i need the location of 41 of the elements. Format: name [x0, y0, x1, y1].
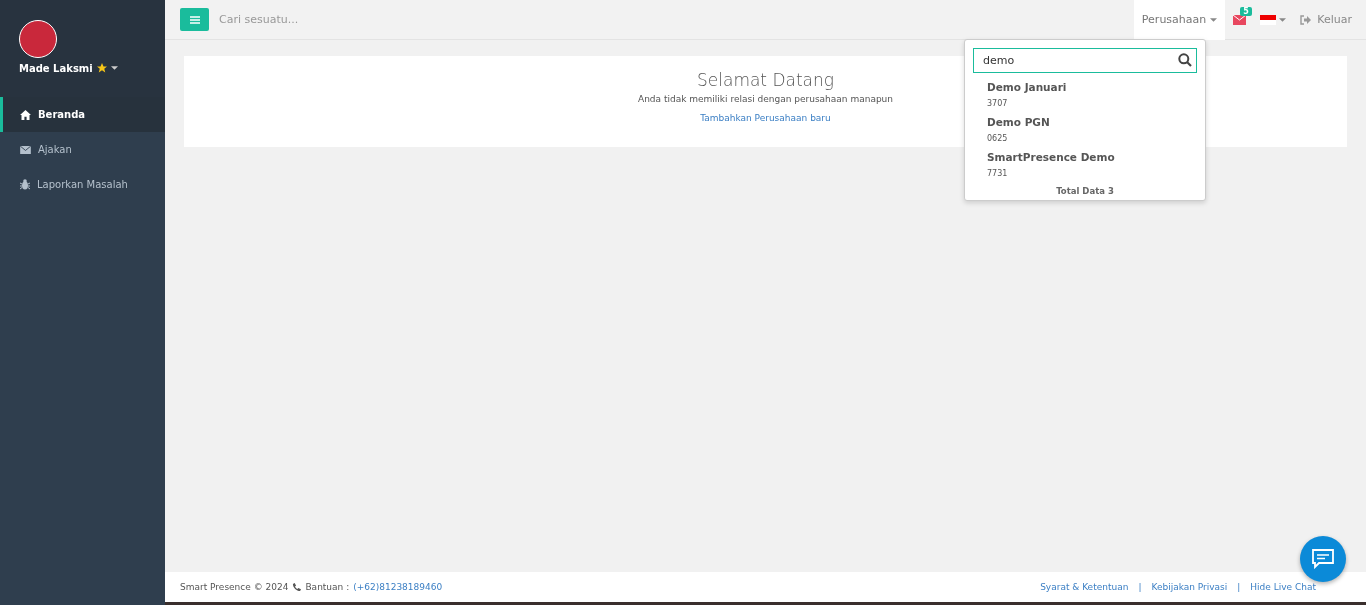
language-menu[interactable]: [1260, 14, 1287, 25]
phone-icon: [292, 582, 302, 592]
footer-separator: |: [1237, 582, 1241, 592]
avatar[interactable]: [19, 20, 57, 58]
notification-badge: 5: [1240, 6, 1252, 16]
add-company-link[interactable]: Tambahkan Perusahaan baru: [700, 113, 831, 123]
chat-button[interactable]: [1300, 536, 1346, 582]
footer-link[interactable]: Syarat & Ketentuan: [1040, 582, 1129, 592]
sidebar-item[interactable]: Ajakan: [0, 132, 165, 167]
company-search-field[interactable]: demo: [973, 48, 1197, 73]
copyright-text: Smart Presence © 2024: [180, 582, 289, 592]
caret-icon: [1210, 17, 1218, 22]
menu-icon: [189, 15, 200, 24]
company-result[interactable]: SmartPresence Demo 7731: [973, 143, 1197, 178]
logout-button[interactable]: Keluar: [1300, 13, 1352, 26]
welcome-title: Selamat Datang: [697, 70, 834, 90]
caret-icon: [1279, 17, 1287, 22]
company-result[interactable]: Demo Januari 3707: [973, 73, 1197, 108]
flag-icon: [1260, 14, 1277, 25]
footer-link[interactable]: Hide Live Chat: [1250, 582, 1316, 592]
caret-icon[interactable]: [110, 66, 118, 70]
home-icon: [20, 109, 31, 120]
sidebar-item[interactable]: Laporkan Masalah: [0, 167, 165, 202]
footer-link[interactable]: Kebijakan Privasi: [1151, 582, 1228, 592]
welcome-message: Anda tidak memiliki relasi dengan perusahaan manapun: [637, 94, 894, 104]
user-name[interactable]: Made Laksmi: [19, 62, 93, 74]
footer-separator: |: [1138, 582, 1142, 592]
mail-icon[interactable]: [1233, 14, 1247, 25]
chat-icon: [1312, 549, 1334, 569]
company-menu[interactable]: Perusahaan: [1133, 0, 1226, 40]
bug-icon: [20, 179, 30, 190]
sign-out-icon: [1300, 14, 1312, 25]
search-icon[interactable]: [1178, 53, 1192, 67]
help-label: Bantuan :: [305, 582, 350, 592]
star-icon: [95, 62, 108, 74]
search-field[interactable]: Cari sesuatu...: [217, 12, 421, 27]
phone-link[interactable]: (+62)81238189460: [353, 582, 443, 592]
mail-icon: [20, 145, 31, 154]
company-result[interactable]: Demo PGN 0625: [973, 108, 1197, 143]
sidebar-item[interactable]: Beranda: [0, 97, 165, 132]
total-count: Total Data 3: [1055, 186, 1115, 196]
